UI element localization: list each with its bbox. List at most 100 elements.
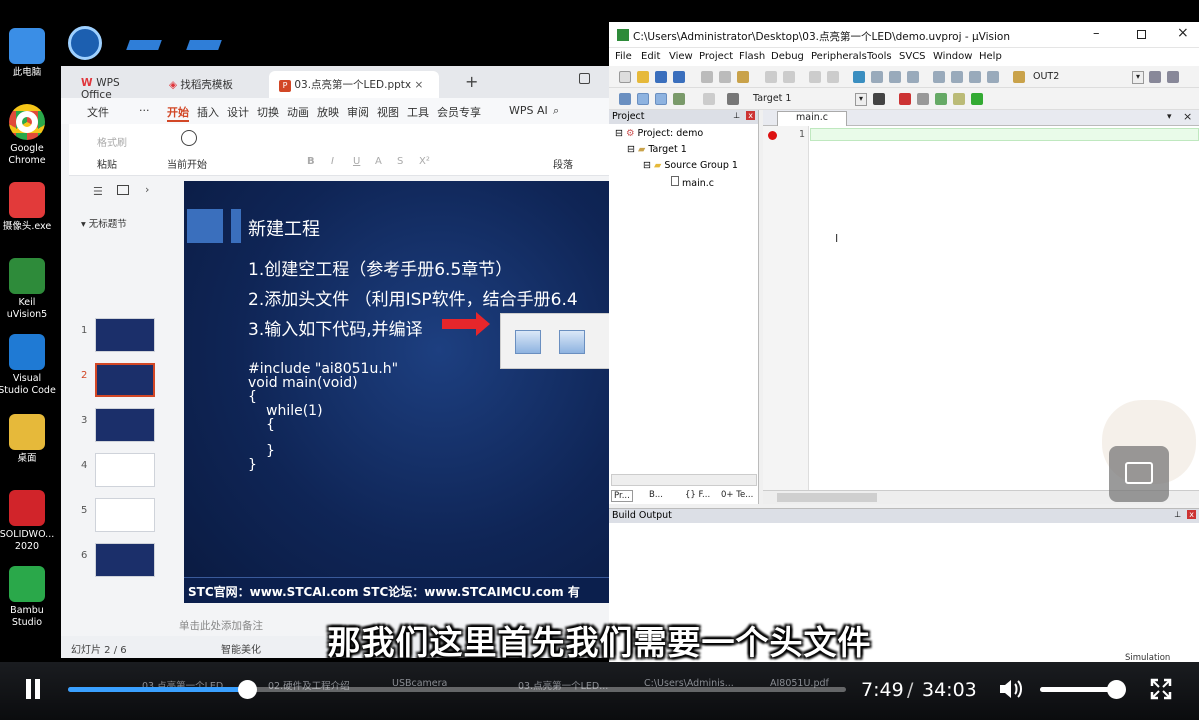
save-all-icon[interactable] — [673, 71, 685, 83]
find-combo[interactable]: OUT2 — [1031, 71, 1141, 84]
chevron-down-icon[interactable]: ▾ — [1167, 112, 1172, 122]
config-icon[interactable] — [1167, 71, 1179, 83]
bookmark-icon[interactable] — [853, 71, 865, 83]
close-icon[interactable]: × — [414, 79, 423, 91]
menu-animation[interactable]: 动画 — [287, 104, 309, 120]
desktop-icon-keil[interactable]: Keil uVision5 — [0, 258, 57, 321]
play-icon[interactable] — [181, 130, 197, 146]
paste-button[interactable]: 粘贴 — [97, 156, 117, 171]
drive-icon[interactable] — [126, 40, 162, 50]
menu-edit[interactable]: Edit — [641, 51, 660, 62]
open-icon[interactable] — [637, 71, 649, 83]
bold-button[interactable]: B — [307, 156, 315, 167]
volume-slider[interactable] — [1040, 680, 1126, 699]
maximize-icon[interactable] — [1137, 30, 1146, 39]
select-packs-icon[interactable] — [953, 93, 965, 105]
new-tab-icon[interactable]: + — [465, 72, 478, 91]
italic-button[interactable]: I — [331, 156, 334, 167]
tree-target[interactable]: ⊟ ▰ Target 1 — [627, 144, 687, 155]
target-options-icon[interactable] — [873, 93, 885, 105]
menu-peripherals[interactable]: Peripherals — [811, 51, 867, 62]
chevron-down-icon[interactable]: ▾ — [1132, 71, 1144, 84]
start-from-current-button[interactable]: 当前开始 — [167, 156, 207, 171]
font-a-button[interactable]: A — [375, 156, 382, 167]
seek-handle[interactable] — [237, 680, 257, 699]
comment-icon[interactable] — [969, 71, 981, 83]
menu-file[interactable]: File — [615, 51, 632, 62]
menu-project[interactable]: Project — [699, 51, 733, 62]
volume-button[interactable] — [998, 678, 1024, 700]
menu-view[interactable]: 视图 — [377, 104, 399, 120]
translate-icon[interactable] — [619, 93, 631, 105]
slide-thumbnail[interactable] — [95, 498, 155, 532]
breakpoint-icon[interactable] — [768, 131, 777, 140]
menu-file[interactable]: 文件 — [87, 104, 109, 120]
volume-handle[interactable] — [1106, 680, 1126, 699]
uncomment-icon[interactable] — [987, 71, 999, 83]
build-icon[interactable] — [637, 93, 649, 105]
manage-components-icon[interactable] — [899, 93, 911, 105]
bookmark-next-icon[interactable] — [889, 71, 901, 83]
slide-thumbnail[interactable] — [95, 408, 155, 442]
menu-design[interactable]: 设计 — [227, 104, 249, 120]
menu-vip[interactable]: 会员专享 — [437, 104, 481, 120]
undo-icon[interactable] — [765, 71, 777, 83]
slides-view-icon[interactable] — [117, 185, 129, 195]
tab-main-c[interactable]: main.c — [777, 111, 847, 126]
cut-icon[interactable] — [701, 71, 713, 83]
scroll-thumb[interactable] — [777, 493, 877, 502]
menu-insert[interactable]: 插入 — [197, 104, 219, 120]
menu-window[interactable]: Window — [933, 51, 972, 62]
new-file-icon[interactable] — [619, 71, 631, 83]
tab-wps-office[interactable]: W WPS Office — [71, 71, 153, 101]
slide-thumbnail[interactable] — [95, 543, 155, 577]
pip-button[interactable] — [1109, 446, 1169, 502]
desktop-icon-chrome[interactable]: Google Chrome — [0, 104, 57, 167]
fullscreen-button[interactable] — [1150, 678, 1172, 700]
menu-more[interactable]: ··· — [139, 104, 150, 117]
menu-svcs[interactable]: SVCS — [899, 51, 926, 62]
menu-review[interactable]: 审阅 — [347, 104, 369, 120]
pack-installer-icon[interactable] — [971, 93, 983, 105]
close-icon[interactable]: x — [746, 111, 755, 120]
batch-build-icon[interactable] — [673, 93, 685, 105]
tree-project[interactable]: ⊟ ⚙ Project: demo — [615, 128, 703, 139]
menu-debug[interactable]: Debug — [771, 51, 804, 62]
menu-tools[interactable]: Tools — [867, 51, 892, 62]
pin-icon[interactable]: ⊥ — [1174, 510, 1181, 519]
slide-thumbnail[interactable] — [95, 318, 155, 352]
superscript-button[interactable]: X² — [419, 156, 430, 167]
menu-view[interactable]: View — [669, 51, 693, 62]
chevron-right-icon[interactable]: › — [145, 183, 149, 196]
desktop-icon-solidworks[interactable]: SOLIDWO... 2020 — [0, 490, 57, 553]
tab-functions[interactable]: {} F... — [685, 490, 710, 500]
minimize-icon[interactable]: – — [1093, 26, 1100, 41]
search-icon[interactable]: ⌕ — [553, 104, 559, 118]
desktop-icon-vscode[interactable]: Visual Studio Code — [0, 334, 57, 397]
tab-templates[interactable]: 0+ Te... — [721, 490, 753, 500]
horizontal-scrollbar[interactable] — [611, 474, 757, 486]
menu-transition[interactable]: 切换 — [257, 104, 279, 120]
tab-books[interactable]: B... — [649, 490, 663, 500]
manage-rte-icon[interactable] — [935, 93, 947, 105]
underline-button[interactable]: U — [353, 156, 360, 167]
find-in-files-icon[interactable] — [1013, 71, 1025, 83]
restore-icon[interactable] — [579, 73, 590, 84]
copy-icon[interactable] — [719, 71, 731, 83]
bookmark-prev-icon[interactable] — [871, 71, 883, 83]
chevron-down-icon[interactable]: ▾ — [855, 93, 867, 106]
drive-icon[interactable] — [186, 40, 222, 50]
pause-button[interactable] — [24, 679, 42, 699]
desktop-icon-camera[interactable]: 摄像头.exe — [0, 182, 57, 233]
tab-template[interactable]: ◈ 找稻壳模板 — [159, 71, 259, 98]
slide-thumbnail[interactable] — [95, 453, 155, 487]
file-extensions-icon[interactable] — [917, 93, 929, 105]
strike-button[interactable]: S — [397, 156, 403, 167]
back-icon[interactable] — [809, 71, 821, 83]
outline-icon[interactable]: ☰ — [93, 185, 103, 198]
rebuild-icon[interactable] — [655, 93, 667, 105]
tab-project[interactable]: Pr... — [611, 490, 633, 502]
tree-source-group[interactable]: ⊟ ▰ Source Group 1 — [643, 160, 738, 171]
close-icon[interactable]: x — [1187, 510, 1196, 519]
target-select[interactable]: Target 1 — [749, 92, 867, 106]
